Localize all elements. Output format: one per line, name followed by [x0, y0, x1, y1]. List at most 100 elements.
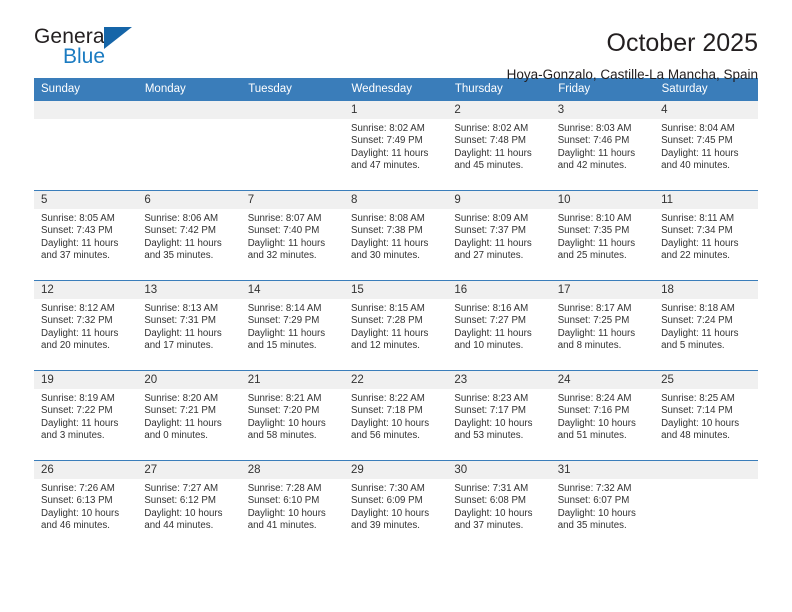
sunset-text: Sunset: 7:45 PM	[661, 135, 733, 147]
daylight-text-line1: Daylight: 10 hours	[557, 507, 636, 519]
sunset-text: Sunset: 7:38 PM	[351, 225, 423, 237]
calendar-day-cell[interactable]: 12 Sunrise: 8:12 AM Sunset: 7:32 PM Dayligh…	[34, 280, 138, 371]
daylight-text-line1: Daylight: 10 hours	[144, 507, 223, 519]
calendar-day-cell[interactable]: 28 Sunrise: 7:28 AM Sunset: 6:10 PM Dayligh…	[240, 460, 345, 551]
calendar-day-cell[interactable]: 7 Sunrise: 8:07 AM Sunset: 7:40 PM Daylight…	[240, 190, 345, 281]
sunset-text: Sunset: 7:24 PM	[661, 315, 733, 327]
sunrise-text: Sunrise: 8:03 AM	[557, 123, 632, 134]
calendar-day-cell[interactable]: 16 Sunrise: 8:16 AM Sunset: 7:27 PM Dayligh…	[447, 280, 551, 371]
day-number: 27	[137, 461, 241, 479]
daylight-text-line2: and 39 minutes.	[351, 519, 420, 531]
daylight-text-line1: Daylight: 11 hours	[454, 147, 532, 159]
sunrise-text: Sunrise: 8:23 AM	[454, 393, 529, 404]
calendar-day-cell[interactable]: 29 Sunrise: 7:30 AM Sunset: 6:09 PM Dayligh…	[344, 460, 448, 551]
calendar-week-row: 12 Sunrise: 8:12 AM Sunset: 7:32 PM Dayligh…	[34, 280, 758, 371]
day-details: Sunrise: 8:14 AM Sunset: 7:29 PM Daylight:…	[241, 299, 344, 352]
calendar-day-cell[interactable]: 26 Sunrise: 7:26 AM Sunset: 6:13 PM Dayligh…	[34, 460, 138, 551]
daylight-text-line1: Daylight: 11 hours	[454, 237, 532, 249]
calendar-day-cell[interactable]: 6 Sunrise: 8:06 AM Sunset: 7:42 PM Daylight…	[137, 190, 241, 281]
day-number: 12	[34, 281, 138, 299]
daylight-text-line1: Daylight: 10 hours	[247, 507, 326, 519]
calendar-day-cell[interactable]: 1 Sunrise: 8:02 AM Sunset: 7:49 PM Daylight…	[344, 100, 448, 191]
daylight-text-line2: and 37 minutes.	[41, 249, 110, 261]
day-number: 1	[344, 101, 448, 119]
calendar-day-cell[interactable]: 25 Sunrise: 8:25 AM Sunset: 7:14 PM Dayligh…	[654, 370, 758, 461]
calendar-week-row: 1 Sunrise: 8:02 AM Sunset: 7:49 PM Daylight…	[34, 100, 758, 191]
daylight-text-line1: Daylight: 11 hours	[41, 237, 119, 249]
daylight-text-line1: Daylight: 11 hours	[144, 417, 222, 429]
calendar-day-cell[interactable]: 23 Sunrise: 8:23 AM Sunset: 7:17 PM Dayligh…	[447, 370, 551, 461]
sunrise-text: Sunrise: 8:05 AM	[41, 213, 115, 224]
day-number: 9	[447, 191, 551, 209]
daylight-text-line2: and 0 minutes.	[144, 429, 208, 441]
daylight-text-line2: and 10 minutes.	[454, 339, 524, 351]
calendar-day-cell[interactable]: 24 Sunrise: 8:24 AM Sunset: 7:16 PM Dayligh…	[550, 370, 655, 461]
calendar-day-cell[interactable]: 15 Sunrise: 8:15 AM Sunset: 7:28 PM Dayligh…	[344, 280, 448, 371]
sunrise-text: Sunrise: 8:04 AM	[661, 123, 735, 134]
daylight-text-line1: Daylight: 11 hours	[351, 237, 429, 249]
day-details: Sunrise: 7:27 AM Sunset: 6:12 PM Daylight:…	[137, 479, 240, 532]
calendar-day-cell[interactable]: 9 Sunrise: 8:09 AM Sunset: 7:37 PM Daylight…	[447, 190, 551, 281]
daylight-text-line2: and 41 minutes.	[247, 519, 317, 531]
daylight-text-line2: and 42 minutes.	[557, 159, 627, 171]
daylight-text-line1: Daylight: 11 hours	[661, 237, 739, 249]
calendar-day-cell[interactable]: 18 Sunrise: 8:18 AM Sunset: 7:24 PM Dayligh…	[654, 280, 758, 371]
sunset-text: Sunset: 6:10 PM	[247, 495, 320, 507]
sunset-text: Sunset: 7:32 PM	[41, 315, 113, 327]
calendar-day-cell[interactable]: 11 Sunrise: 8:11 AM Sunset: 7:34 PM Dayligh…	[654, 190, 758, 281]
sunrise-text: Sunrise: 8:11 AM	[661, 213, 735, 224]
daylight-text-line1: Daylight: 11 hours	[41, 327, 119, 339]
sunset-text: Sunset: 7:34 PM	[661, 225, 733, 237]
calendar-page: General Blue October 2025 Hoya-Gonzalo, …	[0, 0, 792, 612]
calendar-week-row: 19 Sunrise: 8:19 AM Sunset: 7:22 PM Dayligh…	[34, 370, 758, 461]
calendar-day-cell[interactable]: 30 Sunrise: 7:31 AM Sunset: 6:08 PM Dayligh…	[447, 460, 551, 551]
calendar-day-cell[interactable]: 20 Sunrise: 8:20 AM Sunset: 7:21 PM Dayligh…	[137, 370, 241, 461]
daylight-text-line1: Daylight: 10 hours	[247, 417, 326, 429]
daylight-text-line2: and 37 minutes.	[454, 519, 524, 531]
daylight-text-line1: Daylight: 11 hours	[351, 327, 429, 339]
calendar-day-cell[interactable]: 17 Sunrise: 8:17 AM Sunset: 7:25 PM Dayligh…	[550, 280, 655, 371]
calendar-day-cell[interactable]: 8 Sunrise: 8:08 AM Sunset: 7:38 PM Daylight…	[344, 190, 448, 281]
calendar-day-cell[interactable]: 21 Sunrise: 8:21 AM Sunset: 7:20 PM Dayligh…	[240, 370, 345, 461]
daylight-text-line2: and 45 minutes.	[454, 159, 524, 171]
daylight-text-line2: and 47 minutes.	[351, 159, 420, 171]
calendar-day-cell[interactable]: 3 Sunrise: 8:03 AM Sunset: 7:46 PM Daylight…	[550, 100, 655, 191]
calendar-day-cell[interactable]: 19 Sunrise: 8:19 AM Sunset: 7:22 PM Dayligh…	[34, 370, 138, 461]
daylight-text-line2: and 5 minutes.	[661, 339, 725, 351]
sunrise-text: Sunrise: 8:21 AM	[247, 393, 322, 404]
daylight-text-line1: Daylight: 10 hours	[351, 507, 430, 519]
day-number: 2	[447, 101, 551, 119]
day-details: Sunrise: 8:11 AM Sunset: 7:34 PM Daylight:…	[654, 209, 757, 262]
day-number: 25	[654, 371, 758, 389]
sunset-text: Sunset: 7:46 PM	[557, 135, 630, 147]
day-number	[137, 101, 241, 119]
day-details: Sunrise: 8:19 AM Sunset: 7:22 PM Daylight:…	[34, 389, 137, 442]
sunrise-text: Sunrise: 8:08 AM	[351, 213, 425, 224]
sunset-text: Sunset: 6:12 PM	[144, 495, 216, 507]
calendar-day-cell[interactable]: 31 Sunrise: 7:32 AM Sunset: 6:07 PM Dayligh…	[550, 460, 655, 551]
daylight-text-line2: and 56 minutes.	[351, 429, 420, 441]
calendar-day-cell[interactable]: 27 Sunrise: 7:27 AM Sunset: 6:12 PM Dayligh…	[137, 460, 241, 551]
sunset-text: Sunset: 7:25 PM	[557, 315, 630, 327]
calendar-day-cell[interactable]: 22 Sunrise: 8:22 AM Sunset: 7:18 PM Dayligh…	[344, 370, 448, 461]
calendar-day-cell[interactable]: 4 Sunrise: 8:04 AM Sunset: 7:45 PM Daylight…	[654, 100, 758, 191]
daylight-text-line1: Daylight: 11 hours	[557, 147, 636, 159]
sunrise-text: Sunrise: 8:24 AM	[557, 393, 632, 404]
day-details: Sunrise: 8:25 AM Sunset: 7:14 PM Daylight:…	[654, 389, 757, 442]
calendar-day-cell[interactable]: 5 Sunrise: 8:05 AM Sunset: 7:43 PM Daylight…	[34, 190, 138, 281]
daylight-text-line1: Daylight: 11 hours	[557, 237, 636, 249]
sunrise-text: Sunrise: 8:13 AM	[144, 303, 219, 314]
sunrise-text: Sunrise: 8:10 AM	[557, 213, 632, 224]
day-details: Sunrise: 7:30 AM Sunset: 6:09 PM Daylight:…	[344, 479, 447, 532]
calendar-day-cell[interactable]: 13 Sunrise: 8:13 AM Sunset: 7:31 PM Dayligh…	[137, 280, 241, 371]
daylight-text-line1: Daylight: 10 hours	[454, 507, 533, 519]
sunrise-text: Sunrise: 7:32 AM	[557, 483, 632, 494]
calendar-day-cell[interactable]: 14 Sunrise: 8:14 AM Sunset: 7:29 PM Dayligh…	[240, 280, 345, 371]
sunrise-text: Sunrise: 8:16 AM	[454, 303, 529, 314]
calendar-day-cell[interactable]: 2 Sunrise: 8:02 AM Sunset: 7:48 PM Daylight…	[447, 100, 551, 191]
sunset-text: Sunset: 7:35 PM	[557, 225, 630, 237]
calendar-day-cell[interactable]: 10 Sunrise: 8:10 AM Sunset: 7:35 PM Dayligh…	[550, 190, 655, 281]
daylight-text-line1: Daylight: 10 hours	[557, 417, 636, 429]
daylight-text-line1: Daylight: 10 hours	[41, 507, 120, 519]
sunset-text: Sunset: 7:49 PM	[351, 135, 423, 147]
